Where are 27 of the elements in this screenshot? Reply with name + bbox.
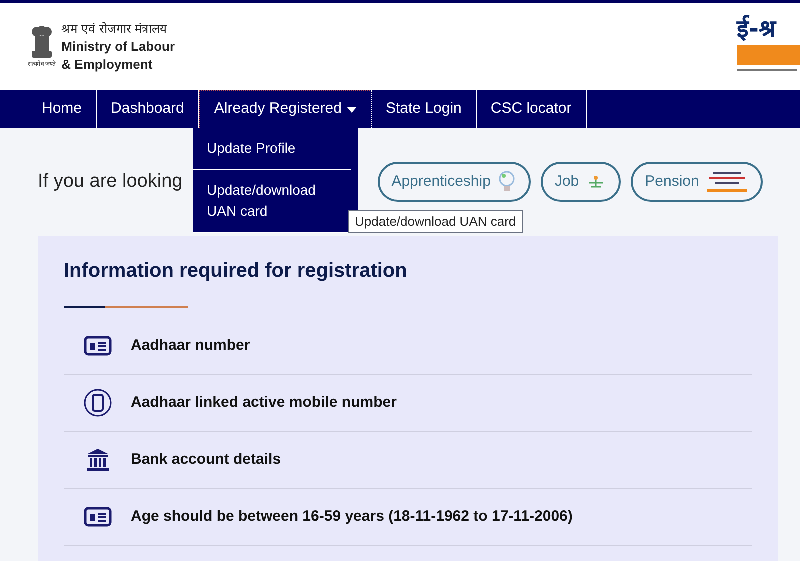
requirement-text: Aadhaar linked active mobile number [131, 392, 397, 413]
ministry-name: Ministry of Labour [62, 38, 176, 56]
ministry-hindi-name: श्रम एवं रोजगार मंत्रालय [62, 20, 168, 38]
nav-link[interactable]: CSC locator [476, 90, 587, 128]
requirement-text: Age should be between 16-59 years (18-11-1962 to 17-11-2006) [131, 506, 573, 527]
ministry-name: & Employment [62, 56, 154, 74]
pension-banner-icon [705, 170, 750, 194]
id-card-icon [84, 336, 112, 356]
option-button[interactable]: Pension [631, 162, 764, 202]
prompt-text: If you are looking [38, 170, 183, 194]
menu-item[interactable]: Update Profile [193, 128, 351, 170]
brand-logo[interactable]: ई-श्र [737, 13, 800, 83]
requirement-text: Bank account details [131, 450, 282, 470]
nav-link[interactable]: State Login [372, 90, 477, 128]
nav-link[interactable]: Already Registered [199, 90, 372, 128]
lightbulb-icon [496, 170, 517, 194]
brand-text: ई-श्र [737, 14, 778, 45]
requirement-text: Aadhaar number [131, 336, 250, 356]
card-title: Information required for registration [64, 259, 408, 284]
caret-icon [346, 106, 357, 112]
tooltip: Update/download UAN card [348, 210, 524, 233]
nav-link[interactable]: Home [28, 90, 98, 128]
bank-icon [86, 448, 110, 472]
id-card-icon [84, 507, 112, 527]
option-button[interactable]: Job [540, 162, 622, 202]
option-button[interactable]: Apprenticeship [378, 162, 531, 202]
mobile-phone-icon [82, 388, 112, 418]
